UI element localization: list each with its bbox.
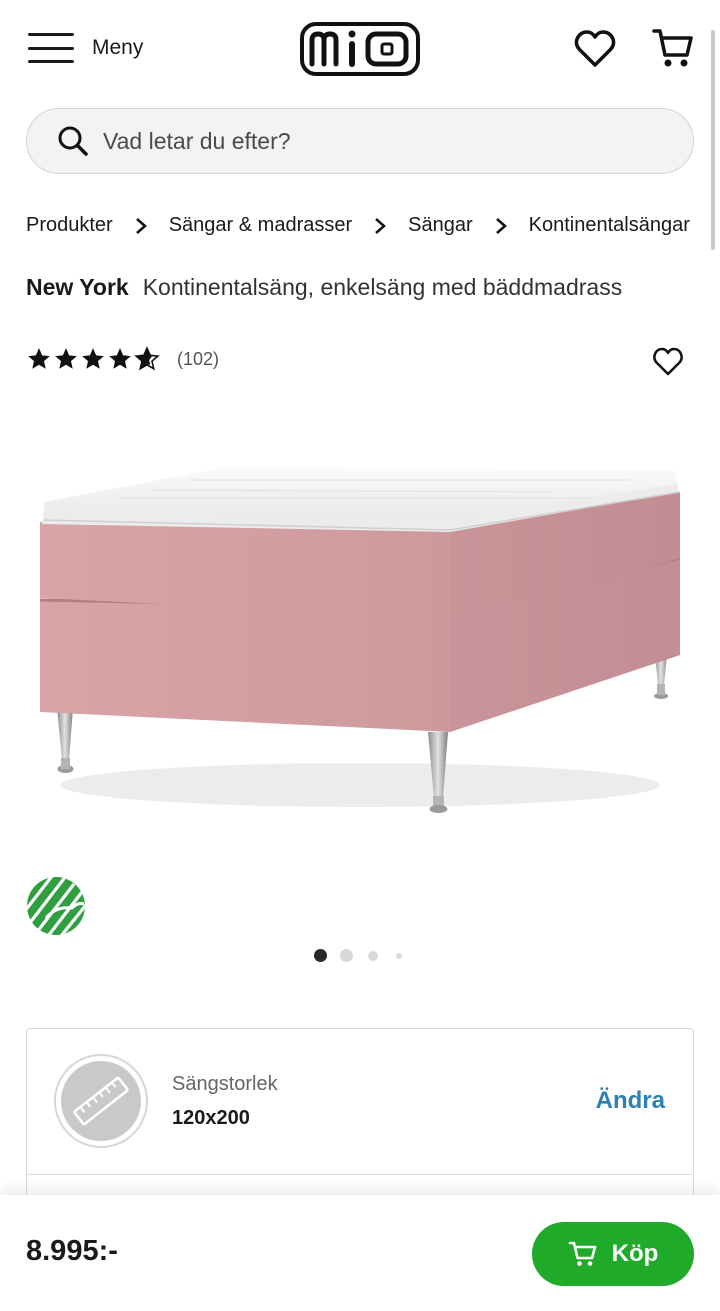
cart-icon[interactable] <box>650 26 696 72</box>
star-icon <box>109 348 131 369</box>
search-bar[interactable] <box>26 108 694 174</box>
add-to-favorites-heart-icon[interactable] <box>652 346 684 378</box>
product-description: Kontinentalsäng, enkelsäng med bäddmadra… <box>142 274 623 300</box>
carousel-dot-2[interactable] <box>340 949 353 962</box>
option-value: 120x200 <box>172 1107 250 1129</box>
change-size-link[interactable]: Ändra <box>596 1087 665 1115</box>
ruler-icon <box>54 1054 148 1148</box>
rating-stars <box>26 346 161 372</box>
menu-label: Meny <box>92 36 144 59</box>
divider <box>27 1174 692 1175</box>
hamburger-icon <box>28 30 74 66</box>
breadcrumb-item-kontinentalsangar[interactable]: Kontinentalsängar <box>529 214 690 237</box>
buy-button-label: Köp <box>611 1240 659 1267</box>
star-icon <box>28 348 50 369</box>
chevron-right-icon <box>375 217 387 234</box>
star-icon <box>82 348 104 369</box>
sticky-buy-bar: 8.995:- Köp <box>0 1195 720 1311</box>
product-price: 8.995:- <box>26 1235 118 1267</box>
product-title: New York Kontinentalsäng, enkelsäng med b… <box>26 274 622 301</box>
carousel-pagination <box>310 946 410 966</box>
breadcrumb-item-produkter[interactable]: Produkter <box>26 214 113 237</box>
menu-button[interactable]: Meny <box>28 30 143 66</box>
breadcrumb: Produkter Sängar & madrasser Sängar Kont… <box>26 214 690 237</box>
rating-count: (102) <box>177 348 220 369</box>
carousel-dot-4[interactable] <box>396 953 402 959</box>
eco-label-swan-icon <box>27 877 85 935</box>
cart-icon <box>568 1241 596 1266</box>
product-name: New York <box>26 274 129 300</box>
option-label: Sängstorlek <box>172 1073 278 1095</box>
breadcrumb-item-sangar[interactable]: Sängar <box>408 214 473 237</box>
product-image[interactable] <box>30 440 690 830</box>
search-input[interactable] <box>103 127 643 155</box>
chevron-right-icon <box>495 217 507 234</box>
product-rating[interactable]: (102) <box>26 346 219 372</box>
star-half-icon <box>134 346 160 371</box>
chevron-right-icon <box>135 217 147 234</box>
star-icon <box>55 348 77 369</box>
search-icon <box>58 126 88 156</box>
heart-icon[interactable] <box>572 26 618 72</box>
site-header: Meny <box>0 0 720 100</box>
carousel-dot-3[interactable] <box>368 951 378 961</box>
carousel-dot-1[interactable] <box>314 949 327 962</box>
breadcrumb-item-sangar-madrasser[interactable]: Sängar & madrasser <box>169 214 352 237</box>
buy-button[interactable]: Köp <box>532 1222 694 1286</box>
mio-logo[interactable] <box>300 22 420 76</box>
scrollbar[interactable] <box>711 30 715 250</box>
